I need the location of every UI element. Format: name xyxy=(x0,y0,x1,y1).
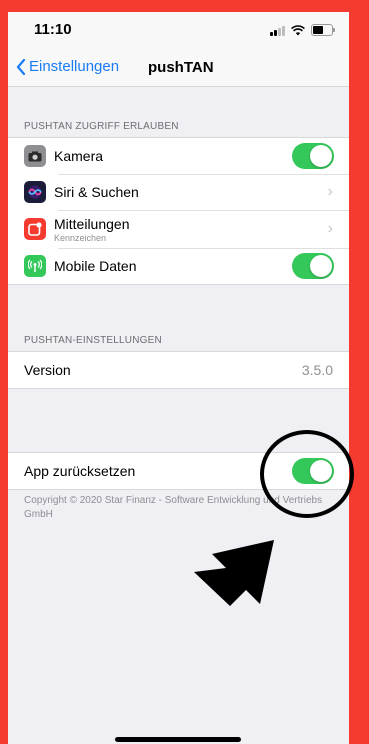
settings-group: Version 3.5.0 xyxy=(8,351,349,389)
page-title: pushTAN xyxy=(148,59,214,76)
camera-icon xyxy=(24,145,46,167)
row-notifications[interactable]: Mitteilungen Kennzeichen › xyxy=(8,210,349,248)
navigation-bar: Einstellungen pushTAN xyxy=(8,50,349,87)
phone-screen: 11:10 Einstellungen pushTAN PUSHTAN ZUGR… xyxy=(8,12,349,744)
row-siri[interactable]: Siri & Suchen › xyxy=(8,174,349,210)
access-section-header: PUSHTAN ZUGRIFF ERLAUBEN xyxy=(24,121,179,132)
notifications-sublabel: Kennzeichen xyxy=(54,232,107,243)
camera-label: Kamera xyxy=(54,148,104,164)
back-label: Einstellungen xyxy=(29,58,120,75)
status-icons xyxy=(270,24,335,36)
row-version: Version 3.5.0 xyxy=(8,352,349,388)
annotation-circle xyxy=(260,430,354,518)
battery-icon xyxy=(311,24,335,36)
signal-icon xyxy=(270,25,285,36)
wifi-icon xyxy=(291,24,305,35)
notifications-icon xyxy=(24,218,46,240)
back-button[interactable]: Einstellungen xyxy=(16,58,119,75)
status-bar: 11:10 xyxy=(8,12,349,50)
annotation-arrow-icon xyxy=(194,540,274,606)
cellular-icon xyxy=(24,255,46,277)
siri-label: Siri & Suchen xyxy=(54,184,139,200)
home-indicator xyxy=(115,737,241,742)
access-group: Kamera Siri & Suchen › Mitteilungen Kenn… xyxy=(8,137,349,285)
chevron-left-icon xyxy=(16,58,26,75)
mobile-data-toggle[interactable] xyxy=(292,253,334,279)
row-mobile-data[interactable]: Mobile Daten xyxy=(8,248,349,284)
settings-section-header: PUSHTAN-EINSTELLUNGEN xyxy=(24,335,162,346)
notifications-label: Mitteilungen xyxy=(54,215,130,232)
camera-toggle[interactable] xyxy=(292,143,334,169)
version-label: Version xyxy=(24,362,71,378)
chevron-right-icon: › xyxy=(327,183,333,200)
chevron-right-icon: › xyxy=(327,220,333,237)
status-time: 11:10 xyxy=(34,21,72,38)
siri-icon xyxy=(24,181,46,203)
app-reset-label: App zurücksetzen xyxy=(24,463,136,479)
row-camera[interactable]: Kamera xyxy=(8,138,349,174)
version-value: 3.5.0 xyxy=(301,362,333,378)
mobile-data-label: Mobile Daten xyxy=(54,258,137,274)
